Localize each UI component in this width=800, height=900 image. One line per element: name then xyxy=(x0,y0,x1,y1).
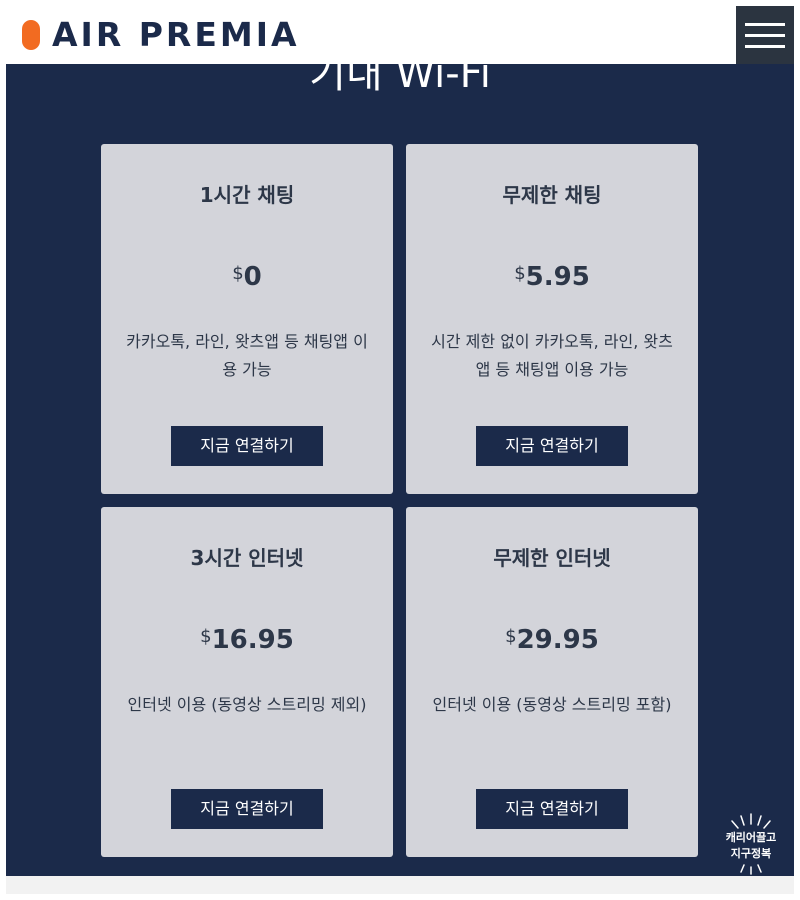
badge-line-2: 지구정복 xyxy=(730,847,772,860)
page-title: 기내 Wi-Fi xyxy=(309,51,491,97)
badge-line-1: 캐리어끌고 xyxy=(725,831,777,844)
plan-card-unlimited-chat: 무제한 채팅 $5.95 시간 제한 없이 카카오톡, 라인, 왓츠앱 등 채팅… xyxy=(406,144,698,494)
plan-description: 카카오톡, 라인, 왓츠앱 등 채팅앱 이용 가능 xyxy=(126,332,368,379)
bottom-strip xyxy=(6,876,794,894)
badge-text: 캐리어끌고 지구정복 xyxy=(716,830,786,862)
plan-card-1h-chat: 1시간 채팅 $0 카카오톡, 라인, 왓츠앱 등 채팅앱 이용 가능 지금 연… xyxy=(101,144,393,494)
plan-title: 무제한 인터넷 xyxy=(493,546,611,570)
logo-mark-icon xyxy=(22,20,40,50)
plan-title: 무제한 채팅 xyxy=(502,183,602,207)
currency-symbol: $ xyxy=(232,263,244,284)
menu-bar xyxy=(745,44,785,48)
connect-now-button[interactable]: 지금 연결하기 xyxy=(171,426,323,466)
plan-title: 3시간 인터넷 xyxy=(190,546,304,570)
plan-card-3h-internet: 3시간 인터넷 $16.95 인터넷 이용 (동영상 스트리밍 제외) 지금 연… xyxy=(101,507,393,857)
connect-now-button[interactable]: 지금 연결하기 xyxy=(476,426,628,466)
currency-symbol: $ xyxy=(200,626,212,647)
menu-bar xyxy=(745,22,785,26)
plan-description: 인터넷 이용 (동영상 스트리밍 제외) xyxy=(127,695,367,714)
page-frame: AIR PREMIA 기내 Wi-Fi 1시간 채팅 $0 카카오톡, 라인, … xyxy=(6,6,794,876)
watermark-badge: 캐리어끌고 지구정복 xyxy=(716,812,786,876)
plan-description: 인터넷 이용 (동영상 스트리밍 포함) xyxy=(432,695,672,714)
price-value: 16.95 xyxy=(211,625,294,655)
plan-title: 1시간 채팅 xyxy=(199,183,295,207)
plan-description: 시간 제한 없이 카카오톡, 라인, 왓츠앱 등 채팅앱 이용 가능 xyxy=(431,332,673,379)
connect-now-button[interactable]: 지금 연결하기 xyxy=(476,789,628,829)
plan-price: $0 xyxy=(101,256,393,295)
currency-symbol: $ xyxy=(505,626,517,647)
plan-card-unlimited-internet: 무제한 인터넷 $29.95 인터넷 이용 (동영상 스트리밍 포함) 지금 연… xyxy=(406,507,698,857)
logo-text: AIR PREMIA xyxy=(52,15,300,54)
plan-price: $16.95 xyxy=(101,619,393,658)
air-premia-logo[interactable]: AIR PREMIA xyxy=(22,18,300,52)
price-value: 5.95 xyxy=(525,262,590,292)
menu-bar xyxy=(745,33,785,37)
plan-price: $5.95 xyxy=(406,256,698,295)
plan-price: $29.95 xyxy=(406,619,698,658)
currency-symbol: $ xyxy=(514,263,526,284)
price-value: 29.95 xyxy=(516,625,599,655)
connect-now-button[interactable]: 지금 연결하기 xyxy=(171,789,323,829)
price-value: 0 xyxy=(243,262,262,292)
